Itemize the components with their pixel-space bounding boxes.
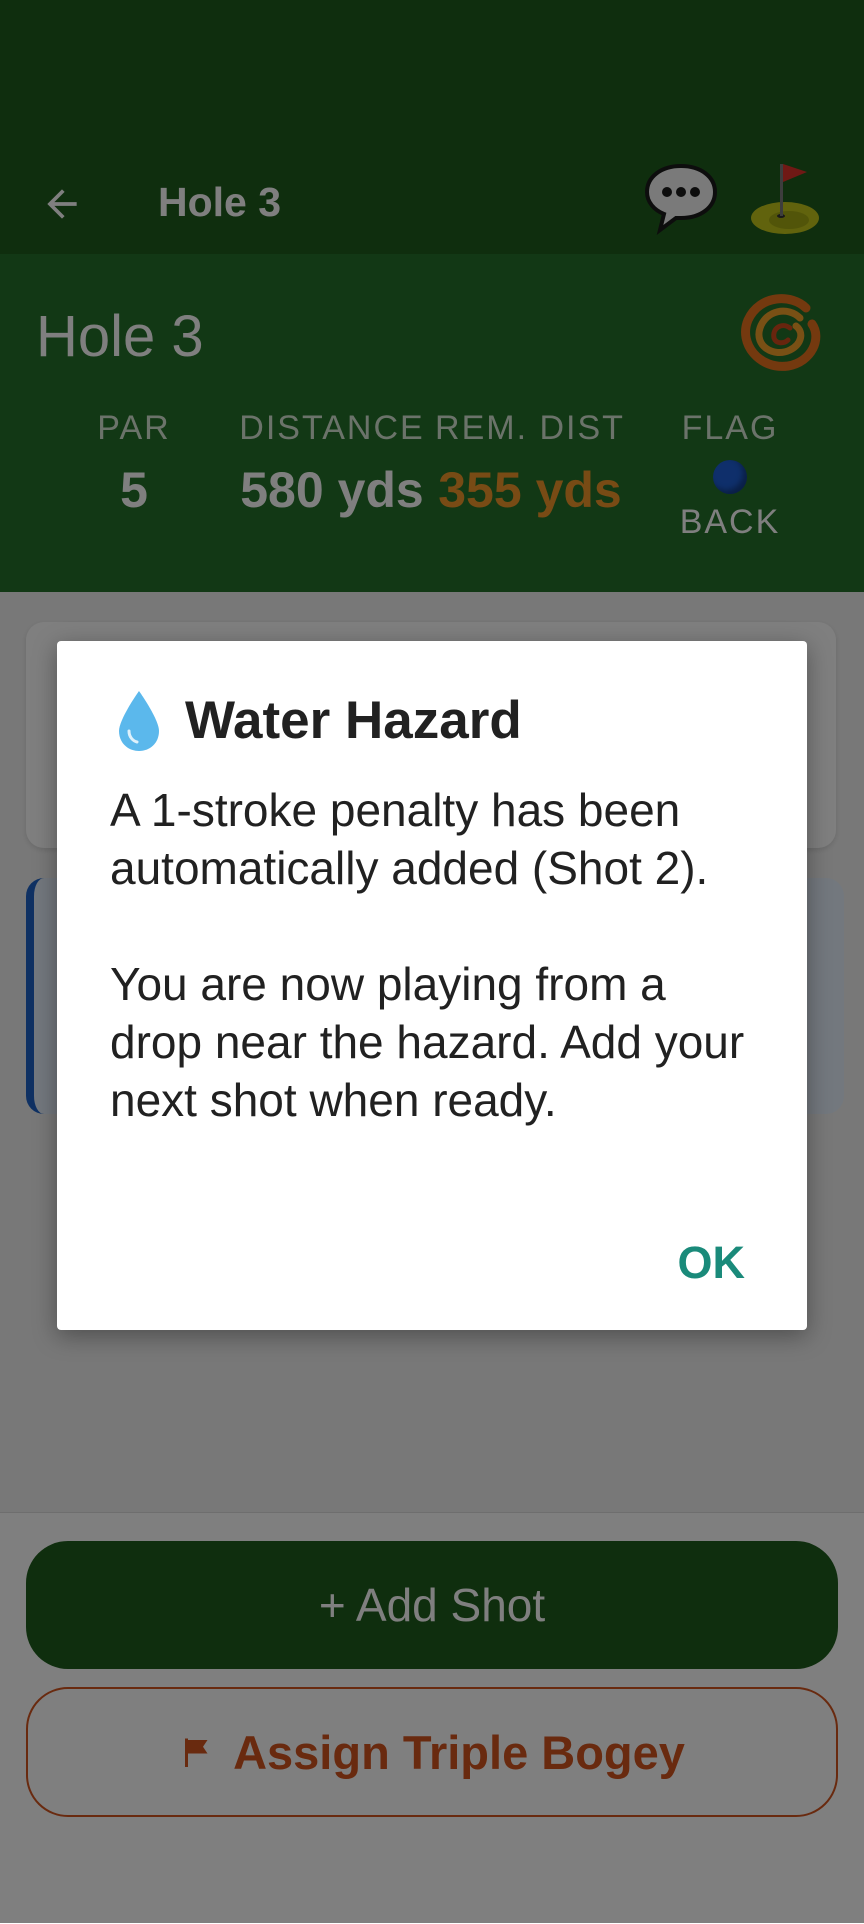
dialog-message-drop: You are now playing from a drop near the… bbox=[110, 958, 745, 1126]
dialog-ok-button[interactable]: OK bbox=[678, 1236, 746, 1290]
dialog-message: A 1-stroke penalty has been automaticall… bbox=[110, 781, 770, 1129]
water-hazard-dialog: Water Hazard A 1-stroke penalty has been… bbox=[57, 641, 807, 1330]
dialog-title: Water Hazard bbox=[185, 691, 522, 750]
dialog-title-row: Water Hazard bbox=[115, 689, 522, 753]
dialog-message-penalty: A 1-stroke penalty has been automaticall… bbox=[110, 784, 709, 894]
hole-screen: Hole 3 Hole 3 bbox=[0, 0, 864, 1924]
water-drop-icon bbox=[119, 691, 159, 751]
